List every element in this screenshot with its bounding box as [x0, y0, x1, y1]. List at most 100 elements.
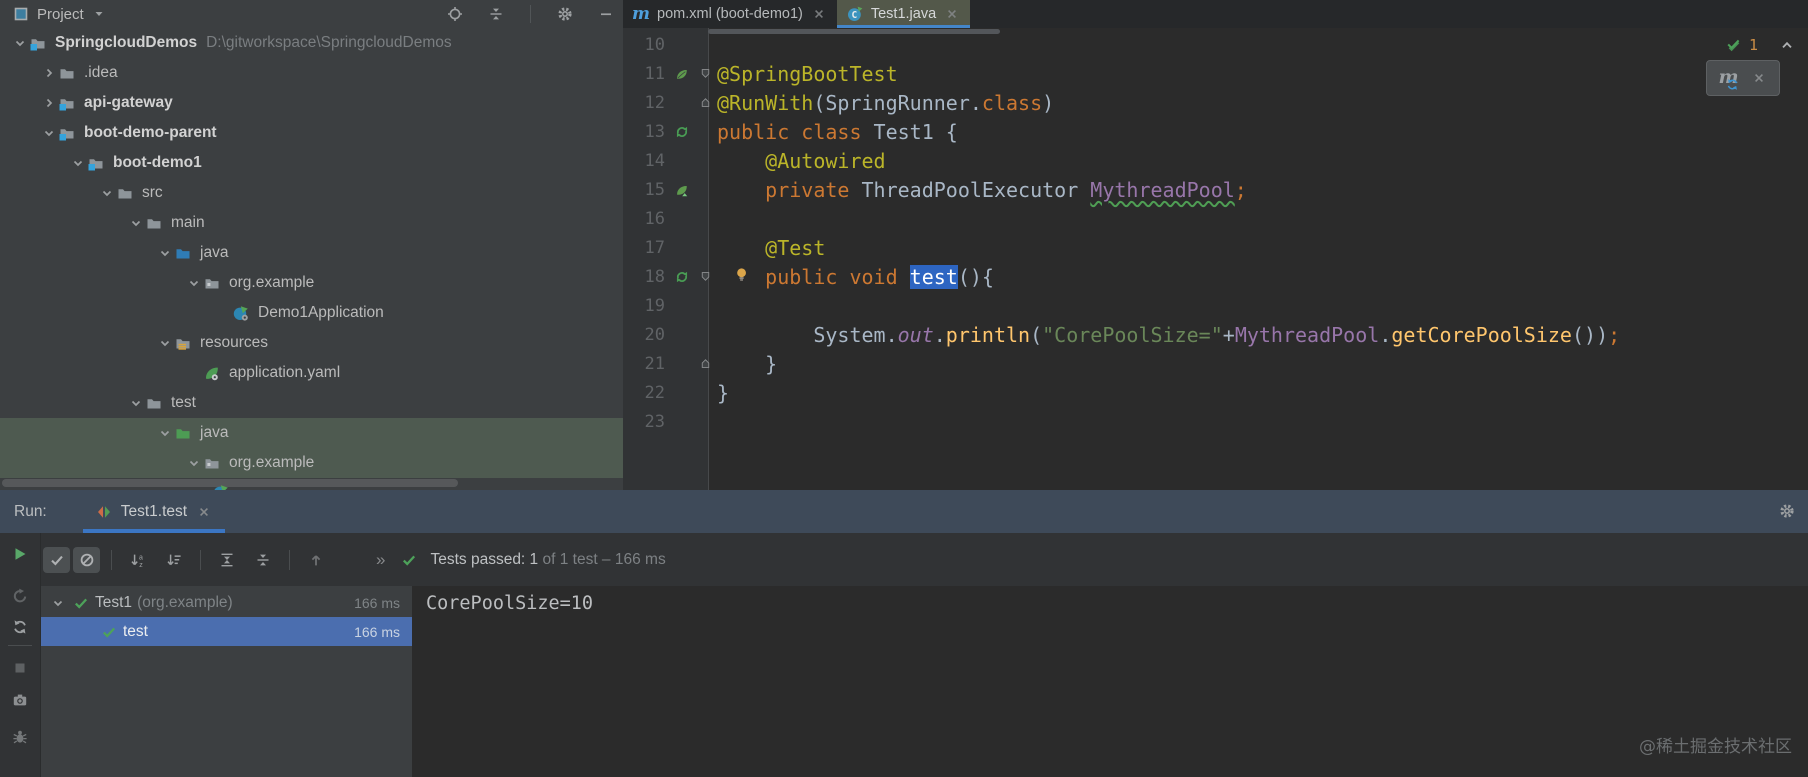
line-number: 15: [644, 179, 665, 200]
code-line-15[interactable]: 15 private ThreadPoolExecutor MythreadPo…: [623, 175, 1808, 204]
show-ignored-toggle[interactable]: [73, 546, 100, 573]
rerun-button[interactable]: [11, 545, 29, 563]
code-line-16[interactable]: 16: [623, 204, 1808, 233]
run-console[interactable]: CorePoolSize=10: [412, 586, 1808, 777]
chevron-up-icon[interactable]: [1778, 36, 1796, 54]
project-tree-item-org-example[interactable]: org.example: [0, 448, 623, 478]
project-tree-item-java[interactable]: java: [0, 418, 623, 448]
code-line-14[interactable]: 14 @Autowired: [623, 146, 1808, 175]
chevron-right-icon[interactable]: [39, 65, 59, 81]
line-number: 20: [644, 324, 665, 345]
fold-marker-icon[interactable]: [693, 96, 717, 109]
test-result-test[interactable]: test 166 ms: [41, 617, 412, 646]
chevron-down-icon[interactable]: [90, 5, 108, 23]
code-line-11[interactable]: 11 @SpringBootTest: [623, 59, 1808, 88]
tree-item-label: api-gateway: [84, 94, 173, 111]
expand-all-button[interactable]: [214, 551, 240, 569]
tree-item-label: main: [171, 214, 205, 231]
refresh-icon: [1724, 75, 1742, 93]
screenshot-button[interactable]: [11, 691, 29, 709]
project-tree-item-springclouddemos[interactable]: SpringcloudDemos D:\gitworkspace\Springcl…: [0, 28, 623, 58]
chevron-down-icon[interactable]: [184, 455, 204, 471]
chevron-down-icon[interactable]: [126, 215, 146, 231]
rerun-failed-tests-button[interactable]: [11, 587, 29, 605]
chevron-down-icon[interactable]: [97, 185, 117, 201]
editor-tab-pom-xml-boot-demo1-[interactable]: m pom.xml (boot-demo1): [623, 0, 837, 28]
chevron-down-icon[interactable]: [155, 425, 175, 441]
editor-tab-test1-java[interactable]: C Test1.java: [836, 0, 971, 28]
project-tree-item-java[interactable]: java: [0, 238, 623, 268]
project-tree-item-boot-demo-parent[interactable]: boot-demo-parent: [0, 118, 623, 148]
spring-leaf-icon[interactable]: [671, 67, 693, 81]
previous-failed-test-button[interactable]: [303, 551, 329, 569]
inspections-widget[interactable]: 1: [1725, 36, 1796, 54]
code-line-17[interactable]: 17 @Test: [623, 233, 1808, 262]
locate-file-icon[interactable]: [446, 5, 464, 23]
project-view-title[interactable]: Project: [37, 6, 84, 23]
project-tree-item-demo1application[interactable]: Demo1Application: [0, 298, 623, 328]
sort-by-duration-button[interactable]: [161, 551, 187, 569]
code-line-18[interactable]: 18 public void test(){: [623, 262, 1808, 291]
line-number: 12: [644, 92, 665, 113]
spring-bean-icon[interactable]: [671, 183, 693, 197]
code-line-21[interactable]: 21 }: [623, 349, 1808, 378]
chevron-down-icon[interactable]: [39, 125, 59, 141]
fold-marker-icon[interactable]: [693, 67, 717, 80]
run-config-tab[interactable]: Test1.test: [82, 490, 226, 533]
maven-icon: m: [632, 4, 650, 24]
chevron-down-icon[interactable]: [184, 275, 204, 291]
code-line-20[interactable]: 20 System.out.println("CorePoolSize="+My…: [623, 320, 1808, 349]
close-icon[interactable]: [810, 5, 828, 23]
chevron-down-icon[interactable]: [10, 35, 30, 51]
chevron-down-icon[interactable]: [155, 245, 175, 261]
chevron-down-icon[interactable]: [68, 155, 88, 171]
close-icon[interactable]: [943, 5, 961, 23]
maven-reload-button[interactable]: m: [1706, 60, 1780, 96]
project-tree-item-api-gateway[interactable]: api-gateway: [0, 88, 623, 118]
settings-gear-icon[interactable]: [1778, 502, 1796, 520]
code-editor[interactable]: 10 11 @SpringBootTest 12 @RunWith(SpringRunn…: [623, 28, 1808, 490]
sort-alphabetically-button[interactable]: az: [125, 551, 151, 569]
chevron-right-icon[interactable]: [39, 95, 59, 111]
chevron-down-icon[interactable]: [126, 395, 146, 411]
project-tree-item-resources[interactable]: resources: [0, 328, 623, 358]
maven-reload-icon[interactable]: m: [1719, 68, 1741, 90]
code-line-23[interactable]: 23: [623, 407, 1808, 436]
fold-marker-icon[interactable]: [693, 357, 717, 370]
line-number: 10: [644, 34, 665, 55]
project-tree-item-org-example[interactable]: org.example: [0, 268, 623, 298]
stop-button[interactable]: [11, 659, 29, 677]
code-line-13[interactable]: 13 public class Test1 {: [623, 117, 1808, 146]
project-tree-item-src[interactable]: src: [0, 178, 623, 208]
settings-gear-icon[interactable]: [556, 5, 574, 23]
collapse-all-button[interactable]: [250, 551, 276, 569]
test-settings-icon[interactable]: [11, 728, 29, 746]
test-result-test1[interactable]: Test1 (org.example) 166 ms: [41, 588, 412, 617]
code-text: }: [717, 380, 730, 405]
code-line-22[interactable]: 22}: [623, 378, 1808, 407]
code-line-19[interactable]: 19: [623, 291, 1808, 320]
close-icon[interactable]: [195, 503, 213, 521]
close-icon[interactable]: [1750, 69, 1768, 87]
project-tree-item-main[interactable]: main: [0, 208, 623, 238]
run-test-gutter-icon[interactable]: [671, 270, 693, 284]
project-tree-item--idea[interactable]: .idea: [0, 58, 623, 88]
project-tree-item-boot-demo1[interactable]: boot-demo1: [0, 148, 623, 178]
run-test-gutter-icon[interactable]: [671, 125, 693, 139]
project-tree-item-application-yaml[interactable]: application.yaml: [0, 358, 623, 388]
chevron-down-icon[interactable]: [49, 595, 67, 611]
code-line-10[interactable]: 10: [623, 30, 1808, 59]
project-tree-hscrollbar[interactable]: [2, 479, 458, 487]
double-chevron-icon[interactable]: »: [376, 550, 386, 570]
chevron-down-icon[interactable]: [155, 335, 175, 351]
fold-marker-icon[interactable]: [693, 270, 717, 283]
collapse-all-icon[interactable]: [487, 5, 505, 23]
hide-panel-icon[interactable]: [597, 5, 615, 23]
test-duration: 166 ms: [354, 594, 400, 611]
line-number: 14: [644, 150, 665, 171]
show-passed-toggle[interactable]: [43, 546, 70, 573]
intention-bulb-icon[interactable]: [735, 267, 750, 282]
code-line-12[interactable]: 12 @RunWith(SpringRunner.class): [623, 88, 1808, 117]
project-tree-item-test[interactable]: test: [0, 388, 623, 418]
toggle-auto-test-button[interactable]: [11, 618, 29, 636]
